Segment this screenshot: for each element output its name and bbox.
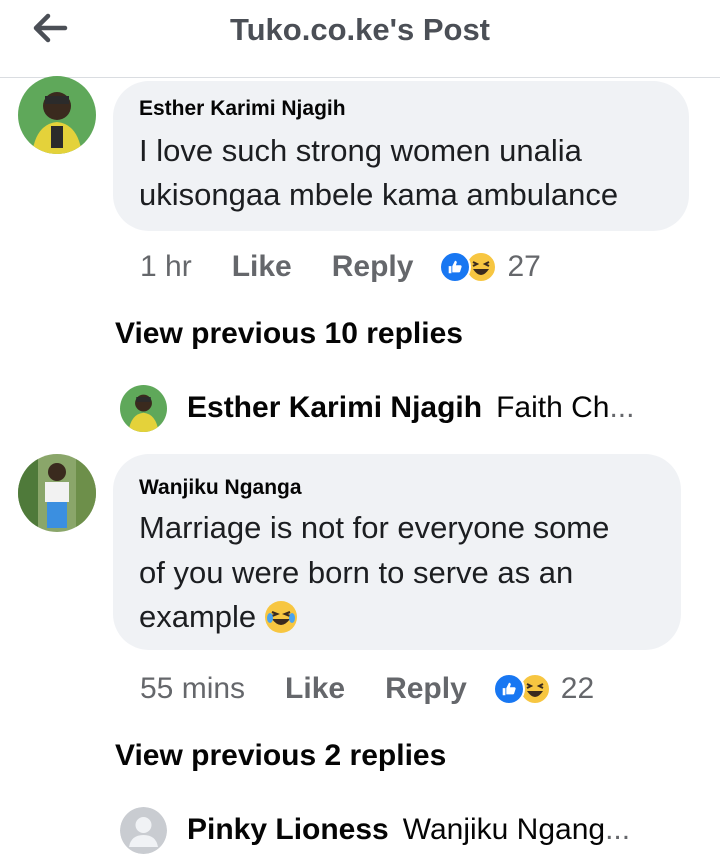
laughing-face-icon <box>264 600 298 634</box>
view-previous-replies[interactable]: View previous 2 replies <box>115 739 446 773</box>
avatar[interactable] <box>18 76 96 154</box>
comment-bubble[interactable]: Wanjiku Nganga Marriage is not for every… <box>113 454 681 650</box>
reply-author[interactable]: Esther Karimi Njagih <box>187 391 482 425</box>
reply-button[interactable]: Reply <box>332 250 414 284</box>
comment-time[interactable]: 1 hr <box>140 250 192 284</box>
post-header: Tuko.co.ke's Post <box>0 0 720 78</box>
page-title: Tuko.co.ke's Post <box>229 12 491 47</box>
comment-bubble[interactable]: Esther Karimi Njagih I love such strong … <box>113 81 689 231</box>
thumbs-up-icon <box>492 673 525 705</box>
profile-photo <box>18 454 96 532</box>
reply-button[interactable]: Reply <box>385 672 467 706</box>
reply-ellipsis: ... <box>609 391 635 424</box>
profile-photo <box>18 76 96 154</box>
avatar[interactable] <box>18 454 96 532</box>
comment-time[interactable]: 55 mins <box>140 672 245 706</box>
default-avatar-icon <box>120 806 167 854</box>
comment-text-line: of you were born to serve as an <box>139 555 574 590</box>
view-previous-replies[interactable]: View previous 10 replies <box>115 317 463 351</box>
profile-photo <box>120 384 167 432</box>
comment-text-line: Marriage is not for everyone some <box>139 510 610 545</box>
comment-text-line-last: example <box>139 595 298 639</box>
reply-preview[interactable]: Pinky Lioness Wanjiku Ngang... <box>120 805 630 855</box>
reaction-count: 22 <box>560 672 595 705</box>
reply-snippet: Wanjiku Ngang <box>402 813 606 846</box>
reaction-count: 27 <box>507 250 541 283</box>
comment-meta: 1 hr Like Reply 27 <box>140 247 541 287</box>
avatar <box>120 384 167 432</box>
reply-author[interactable]: Pinky Lioness <box>187 813 389 847</box>
reply-preview[interactable]: Esther Karimi Njagih Faith Ch... <box>120 383 634 433</box>
comment-author[interactable]: Esther Karimi Njagih <box>139 97 346 121</box>
reactions[interactable]: 22 <box>492 672 595 706</box>
comment-text-line: ukisongaa mbele kama ambulance <box>139 177 619 212</box>
reactions[interactable]: 27 <box>439 250 541 284</box>
like-button[interactable]: Like <box>285 672 345 706</box>
reply-snippet: Faith Ch <box>496 391 610 424</box>
comment-text-line: I love such strong women unalia <box>139 133 582 168</box>
comment-meta: 55 mins Like Reply 22 <box>140 669 594 709</box>
reply-ellipsis: ... <box>605 813 631 846</box>
like-button[interactable]: Like <box>232 250 292 284</box>
comment-author[interactable]: Wanjiku Nganga <box>139 476 302 500</box>
comment-text-word: example <box>139 599 257 634</box>
